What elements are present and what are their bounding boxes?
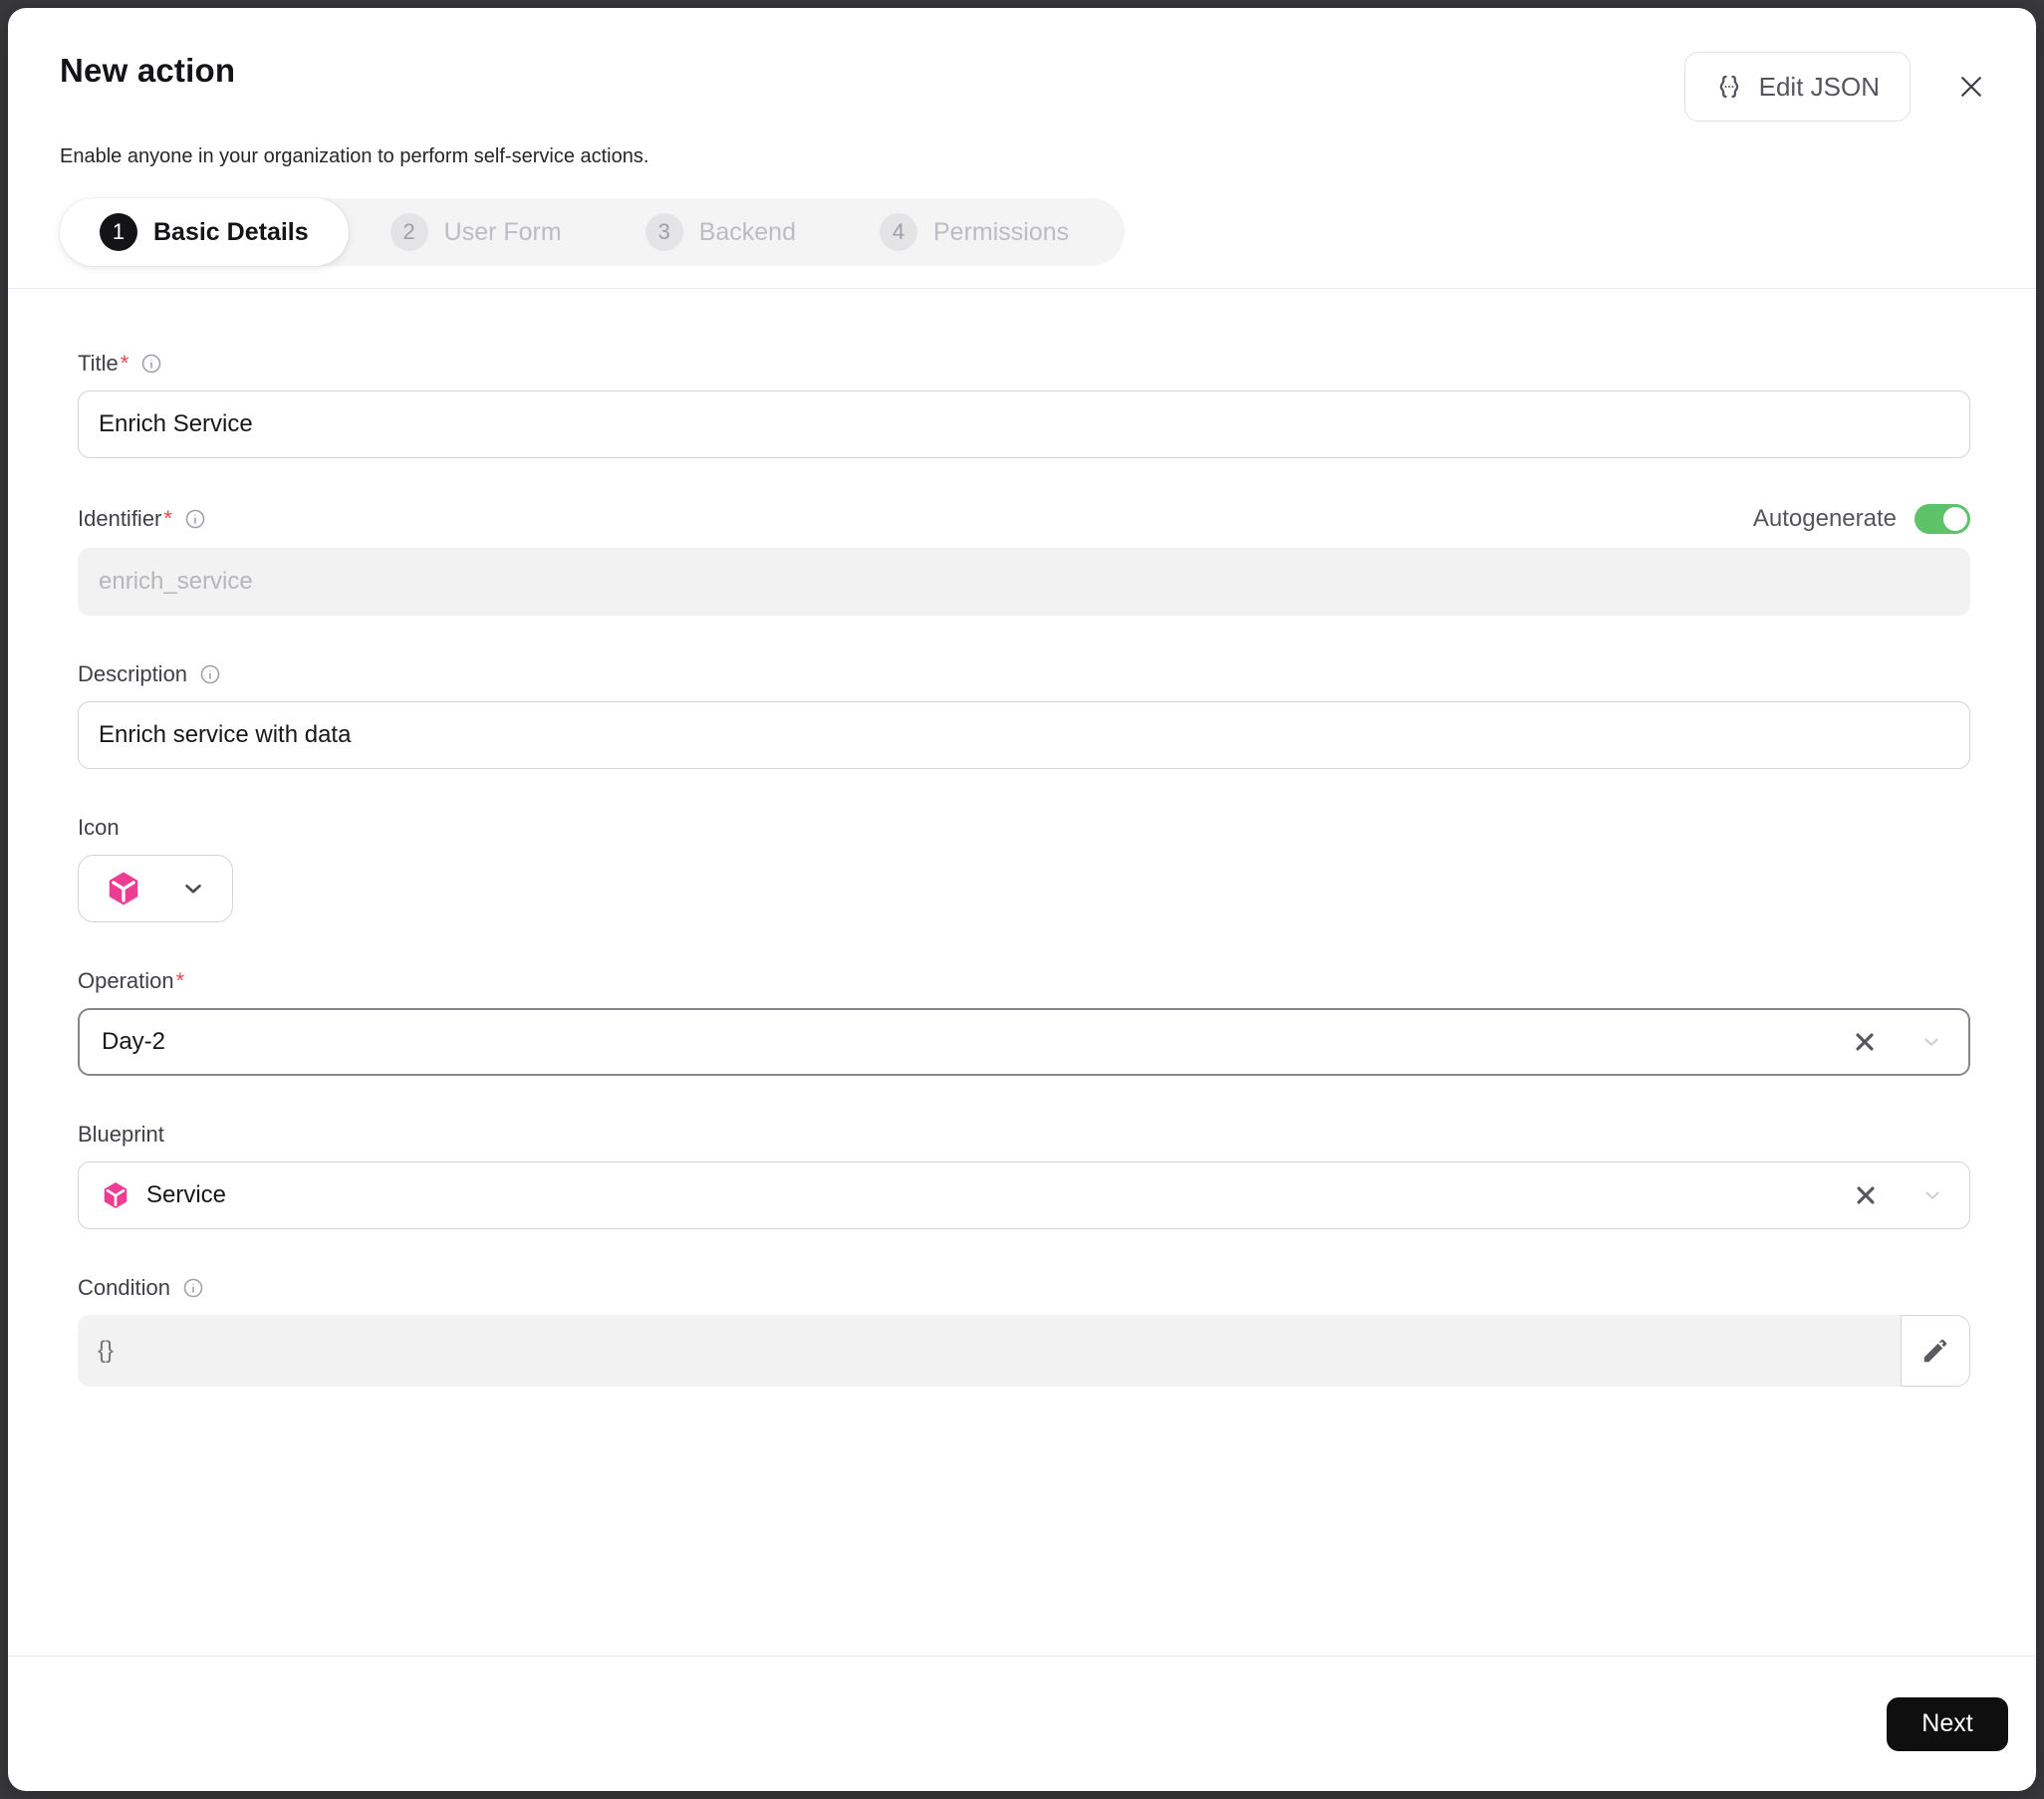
operation-label: Operation <box>78 968 174 993</box>
edit-json-button[interactable]: Edit JSON <box>1683 52 1911 122</box>
form-body: Title* Identifier* Autogenerat <box>8 289 2036 1656</box>
blueprint-select[interactable]: Service <box>78 1161 1970 1229</box>
required-asterisk: * <box>163 506 172 531</box>
blueprint-field-group: Blueprint Service <box>78 1122 1970 1229</box>
edit-json-label: Edit JSON <box>1758 71 1880 102</box>
next-button[interactable]: Next <box>1887 1696 2008 1751</box>
step-number-badge: 1 <box>100 213 137 251</box>
operation-value: Day-2 <box>102 1028 166 1055</box>
toggle-knob <box>1943 507 1967 531</box>
info-icon[interactable] <box>184 508 206 530</box>
modal-header: New action Edit JSON Enable anyone in yo… <box>8 8 2036 289</box>
info-icon[interactable] <box>182 1277 204 1299</box>
condition-field-group: Condition <box>78 1275 1970 1387</box>
step-number-badge: 4 <box>880 213 917 251</box>
chevron-down-icon <box>180 876 206 901</box>
icon-field-group: Icon <box>78 815 1970 922</box>
autogenerate-toggle[interactable] <box>1915 504 1970 534</box>
identifier-label: Identifier <box>78 506 162 531</box>
icon-select-button[interactable] <box>78 855 233 922</box>
description-label: Description <box>78 661 188 686</box>
step-number-badge: 2 <box>389 213 428 251</box>
title-input[interactable] <box>78 390 1970 458</box>
step-label: Backend <box>698 217 796 246</box>
operation-select[interactable]: Day-2 <box>78 1008 1970 1076</box>
description-input[interactable] <box>78 701 1970 769</box>
step-label: Permissions <box>933 217 1070 246</box>
info-icon[interactable] <box>140 353 162 375</box>
pencil-icon <box>1920 1336 1950 1366</box>
chevron-down-icon[interactable] <box>1917 1180 1947 1210</box>
blueprint-value: Service <box>146 1181 227 1208</box>
chevron-down-icon[interactable] <box>1916 1027 1946 1057</box>
required-asterisk: * <box>120 351 129 376</box>
title-label: Title <box>78 351 119 376</box>
modal-subtitle: Enable anyone in your organization to pe… <box>60 145 649 167</box>
close-icon <box>1956 72 1986 102</box>
blueprint-label: Blueprint <box>78 1122 164 1147</box>
clear-selection-button[interactable] <box>1847 1024 1883 1060</box>
stepper: 1 Basic Details 2 User Form 3 Backend 4 … <box>60 198 1126 266</box>
braces-code-icon <box>1715 73 1743 101</box>
step-label: Basic Details <box>153 217 309 246</box>
new-action-modal: New action Edit JSON Enable anyone in yo… <box>8 8 2036 1791</box>
condition-label: Condition <box>78 1275 170 1300</box>
modal-footer: Next <box>8 1656 2036 1791</box>
description-field-group: Description <box>78 661 1970 769</box>
identifier-input <box>78 548 1970 616</box>
icon-label: Icon <box>78 815 120 840</box>
step-user-form[interactable]: 2 User Form <box>349 213 604 251</box>
step-number-badge: 3 <box>644 213 683 251</box>
clear-selection-button[interactable] <box>1848 1177 1884 1213</box>
required-asterisk: * <box>175 968 185 993</box>
condition-input <box>78 1315 1901 1387</box>
autogenerate-label: Autogenerate <box>1752 505 1897 532</box>
step-basic-details[interactable]: 1 Basic Details <box>60 198 349 266</box>
operation-field-group: Operation * Day-2 <box>78 968 1970 1076</box>
info-icon[interactable] <box>199 663 221 685</box>
title-field-group: Title * <box>78 351 1970 458</box>
step-label: User Form <box>443 217 562 246</box>
step-permissions[interactable]: 4 Permissions <box>838 213 1111 251</box>
service-cube-icon <box>101 1180 130 1210</box>
edit-condition-button[interactable] <box>1901 1315 1970 1387</box>
page-title: New action <box>60 52 236 89</box>
close-button[interactable] <box>1948 64 1994 110</box>
service-cube-icon <box>105 870 142 907</box>
identifier-field-group: Identifier * Autogenerate <box>78 504 1970 616</box>
step-backend[interactable]: 3 Backend <box>604 213 838 251</box>
